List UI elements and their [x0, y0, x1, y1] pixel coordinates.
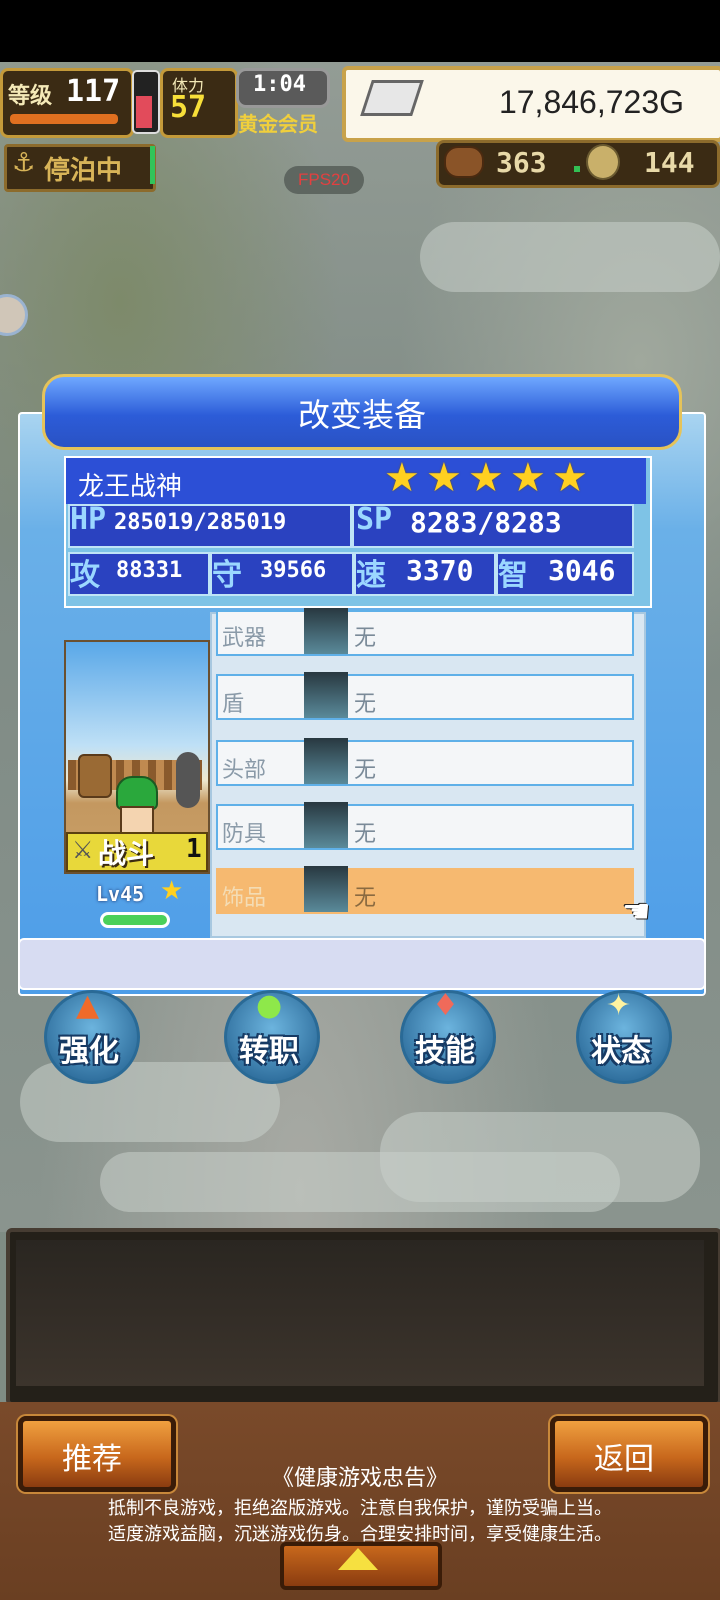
- job-rank: 1: [186, 834, 202, 864]
- slot-weapon-label: 武器: [222, 625, 267, 650]
- slot-head-value: 无: [354, 757, 377, 782]
- food-count: 363: [496, 146, 547, 179]
- message-window-content: [16, 1240, 704, 1386]
- stamina-gauge-fill: [136, 96, 152, 128]
- slot-shield[interactable]: [216, 674, 634, 720]
- slot-armor[interactable]: [216, 804, 634, 850]
- portrait-barrel: [78, 754, 112, 798]
- medal-coin-icon: [586, 144, 620, 180]
- rarity-star-icon: ★: [552, 455, 588, 501]
- intelligence-label: 智: [498, 558, 528, 593]
- gold-member-label: 黄金会员: [238, 112, 318, 136]
- rarity-star-icon: ★: [510, 455, 546, 501]
- gold-amount: 17,846,723G: [498, 84, 684, 120]
- speed-label: 速: [356, 558, 386, 593]
- slot-shield-label: 盾: [222, 691, 245, 716]
- character-level: Lv45: [96, 882, 145, 906]
- triangle-up-icon: [338, 1548, 378, 1570]
- skills-label: 技能: [415, 1034, 475, 1069]
- attack-value: 88331: [116, 558, 183, 583]
- enhance-label: 强化: [59, 1034, 119, 1069]
- health-notice-title: 《健康游戏忠告》: [271, 1465, 448, 1490]
- anchor-status-label: 停泊中: [44, 156, 123, 186]
- slot-weapon-icon: [304, 608, 348, 654]
- flame-icon: ♦: [432, 988, 459, 1023]
- job-label: 战斗: [98, 837, 155, 870]
- slot-head-label: 头部: [222, 757, 267, 782]
- level-star-icon: ★: [160, 876, 184, 906]
- level-label: 等级: [8, 84, 53, 109]
- panel-footer: [18, 938, 706, 990]
- fps-label: FPS20: [298, 170, 350, 189]
- slot-armor-label: 防具: [222, 821, 267, 846]
- slot-armor-value: 无: [354, 821, 377, 846]
- rarity-star-icon: ★: [468, 455, 504, 501]
- sparkle-icon: ✦: [606, 988, 632, 1023]
- food-icon: [444, 146, 484, 178]
- attack-label: 攻: [70, 558, 100, 593]
- character-hp-bar: [100, 912, 170, 928]
- slot-weapon[interactable]: [216, 610, 634, 656]
- rarity-star-icon: ★: [426, 455, 462, 501]
- hp-label: HP: [70, 502, 107, 537]
- sp-value: 8283/8283: [410, 506, 562, 539]
- defense-label: 守: [212, 558, 242, 593]
- health-notice-line-1: 抵制不良游戏，拒绝盗版游戏。注意自我保护，谨防受骗上当。: [108, 1498, 612, 1518]
- speed-value: 3370: [406, 554, 474, 587]
- rarity-star-icon: ★: [384, 455, 420, 501]
- medal-count: 144: [644, 146, 695, 179]
- hp-value: 285019/285019: [114, 510, 287, 535]
- intelligence-value: 3046: [548, 554, 616, 587]
- status-bar: [0, 0, 720, 62]
- slot-accessory[interactable]: [216, 868, 634, 914]
- panel-title: 改变装备: [297, 397, 426, 433]
- anchor-status-bar: [150, 146, 155, 184]
- level-value: 117: [66, 74, 121, 109]
- portrait-bomb: [176, 752, 200, 808]
- resource-divider-dot: [574, 166, 580, 172]
- stamina-value: 57: [170, 90, 207, 125]
- slot-accessory-label: 饰品: [222, 885, 267, 910]
- timer-value: 1:04: [253, 72, 306, 97]
- character-name: 龙王战神: [78, 471, 183, 501]
- defense-value: 39566: [260, 558, 327, 583]
- slot-accessory-value: 无: [354, 885, 377, 910]
- slot-shield-icon: [304, 672, 348, 718]
- slot-accessory-icon: [304, 866, 348, 912]
- hero-sprite-head: [116, 776, 158, 810]
- experience-bar: [10, 114, 118, 124]
- job-change-label: 转职: [239, 1034, 299, 1069]
- leaf-icon: ●: [256, 988, 283, 1023]
- anchor-icon: ⚓: [12, 148, 36, 178]
- status-label: 状态: [591, 1034, 651, 1069]
- slot-head[interactable]: [216, 740, 634, 786]
- slot-weapon-value: 无: [354, 625, 377, 650]
- slot-shield-value: 无: [354, 691, 377, 716]
- hand-pointer-icon: ☚: [622, 892, 651, 930]
- slot-armor-icon: [304, 802, 348, 848]
- slot-head-icon: [304, 738, 348, 784]
- arrow-up-icon: ▲: [76, 988, 100, 1023]
- sword-icon: ⚔: [72, 836, 94, 864]
- sp-label: SP: [356, 502, 393, 537]
